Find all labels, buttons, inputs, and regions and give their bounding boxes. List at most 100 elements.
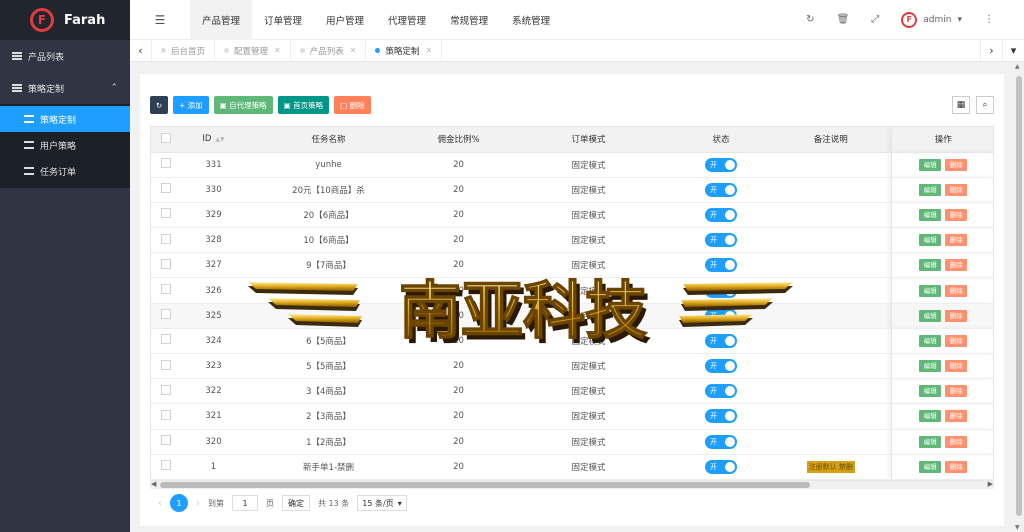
edit-button[interactable]: 编辑 bbox=[919, 234, 942, 247]
status-toggle[interactable]: 开 bbox=[705, 283, 737, 298]
status-toggle[interactable]: 开 bbox=[705, 459, 737, 474]
columns-icon[interactable]: ▦ bbox=[952, 96, 970, 114]
row-checkbox[interactable] bbox=[151, 152, 181, 178]
status-toggle[interactable]: 开 bbox=[705, 384, 737, 399]
edit-button[interactable]: 编辑 bbox=[919, 158, 942, 171]
nav-order-management[interactable]: 订单管理 bbox=[252, 0, 314, 40]
close-icon[interactable]: ✕ bbox=[350, 46, 357, 55]
row-checkbox[interactable] bbox=[151, 454, 181, 480]
edit-button[interactable]: 编辑 bbox=[919, 183, 942, 196]
page-size-select[interactable]: 15 条/页 ▾ bbox=[357, 495, 407, 511]
nav-agent-management[interactable]: 代理管理 bbox=[376, 0, 438, 40]
row-checkbox[interactable] bbox=[151, 353, 181, 380]
page-input[interactable]: 1 bbox=[232, 495, 258, 511]
edit-button[interactable]: 编辑 bbox=[919, 208, 942, 221]
edit-button[interactable]: 编辑 bbox=[919, 435, 942, 448]
delete-row-button[interactable]: 删除 bbox=[945, 208, 968, 221]
edit-button[interactable]: 编辑 bbox=[919, 360, 942, 373]
refresh-icon[interactable]: ↻ bbox=[806, 14, 814, 25]
col-header-id[interactable]: ID ▲▼ bbox=[181, 127, 246, 153]
menu-toggle-icon[interactable]: ☰ bbox=[130, 13, 190, 27]
page-scrollbar[interactable]: ▲ ▼ bbox=[1014, 62, 1024, 532]
trash-icon[interactable]: 🗑︎ bbox=[837, 14, 850, 25]
nav-system-management[interactable]: 系统管理 bbox=[500, 0, 562, 40]
row-checkbox[interactable] bbox=[151, 378, 181, 405]
agent-strategy-button[interactable]: ▣ 自代理策略 bbox=[213, 96, 273, 114]
scroll-up-icon[interactable]: ▲ bbox=[1015, 63, 1020, 70]
delete-row-button[interactable]: 删除 bbox=[945, 435, 968, 448]
delete-row-button[interactable]: 删除 bbox=[945, 334, 968, 347]
nav-general-management[interactable]: 常规管理 bbox=[438, 0, 500, 40]
select-all-checkbox[interactable] bbox=[151, 127, 181, 153]
delete-row-button[interactable]: 删除 bbox=[945, 284, 968, 297]
next-page-icon[interactable]: › bbox=[196, 498, 200, 509]
more-icon[interactable]: ⋮ bbox=[984, 14, 994, 25]
fullscreen-icon[interactable]: ⤢ bbox=[871, 14, 879, 25]
row-checkbox[interactable] bbox=[151, 429, 181, 455]
delete-button[interactable]: □ 删除 bbox=[334, 96, 371, 114]
tab-home[interactable]: 后台首页 bbox=[152, 39, 216, 62]
scroll-right-icon[interactable]: ▶ bbox=[988, 480, 993, 488]
delete-row-button[interactable]: 删除 bbox=[945, 460, 968, 473]
edit-button[interactable]: 编辑 bbox=[919, 259, 942, 272]
chevron-right-icon[interactable]: › bbox=[980, 39, 1002, 62]
edit-button[interactable]: 编辑 bbox=[919, 410, 942, 423]
delete-row-button[interactable]: 删除 bbox=[945, 183, 968, 196]
edit-button[interactable]: 编辑 bbox=[919, 284, 942, 297]
scrollbar-thumb[interactable] bbox=[160, 482, 810, 488]
delete-row-button[interactable]: 删除 bbox=[945, 360, 968, 373]
scrollbar-thumb[interactable] bbox=[1016, 76, 1022, 516]
row-checkbox[interactable] bbox=[151, 328, 181, 355]
tab-config[interactable]: 配置管理 ✕ bbox=[215, 39, 291, 62]
nav-product-management[interactable]: 产品管理 bbox=[190, 0, 253, 40]
prev-page-icon[interactable]: ‹ bbox=[158, 498, 162, 509]
status-toggle[interactable]: 开 bbox=[705, 207, 737, 222]
row-checkbox[interactable] bbox=[151, 177, 181, 203]
status-toggle[interactable]: 开 bbox=[705, 434, 737, 449]
status-toggle[interactable]: 开 bbox=[705, 409, 737, 424]
delete-row-button[interactable]: 删除 bbox=[945, 410, 968, 423]
row-checkbox[interactable] bbox=[151, 202, 181, 229]
status-toggle[interactable]: 开 bbox=[705, 333, 737, 348]
status-toggle[interactable]: 开 bbox=[705, 308, 737, 323]
row-checkbox[interactable] bbox=[151, 252, 181, 279]
sidebar-subitem-task-orders[interactable]: 任务订单 bbox=[0, 158, 130, 184]
scroll-left-icon[interactable]: ◀ bbox=[151, 480, 156, 488]
chevron-left-icon[interactable]: ‹ bbox=[130, 39, 152, 62]
scroll-down-icon[interactable]: ▼ bbox=[1015, 524, 1020, 531]
horizontal-scrollbar[interactable]: ◀ ▶ bbox=[150, 480, 994, 489]
row-checkbox[interactable] bbox=[151, 277, 181, 304]
delete-row-button[interactable]: 删除 bbox=[945, 259, 968, 272]
user-menu[interactable]: F admin ▾ bbox=[901, 11, 962, 28]
close-icon[interactable]: ✕ bbox=[274, 46, 281, 55]
close-icon[interactable]: ✕ bbox=[425, 46, 432, 55]
home-strategy-button[interactable]: ▣ 首页策略 bbox=[277, 96, 330, 114]
status-toggle[interactable]: 开 bbox=[705, 258, 737, 273]
delete-row-button[interactable]: 删除 bbox=[945, 385, 968, 398]
row-checkbox[interactable] bbox=[151, 227, 181, 254]
tab-menu-chevron-icon[interactable]: ▾ bbox=[1002, 39, 1024, 62]
sidebar-item-strategy[interactable]: 策略定制 ⌃ bbox=[0, 72, 130, 104]
nav-user-management[interactable]: 用户管理 bbox=[314, 0, 376, 40]
delete-row-button[interactable]: 删除 bbox=[945, 234, 968, 247]
row-checkbox[interactable] bbox=[151, 303, 181, 329]
edit-button[interactable]: 编辑 bbox=[919, 309, 942, 322]
tab-product-list[interactable]: 产品列表 ✕ bbox=[291, 39, 367, 62]
status-toggle[interactable]: 开 bbox=[705, 182, 737, 197]
row-checkbox[interactable] bbox=[151, 403, 181, 430]
add-button[interactable]: + 添加 bbox=[173, 96, 209, 114]
confirm-page-button[interactable]: 确定 bbox=[282, 495, 310, 511]
edit-button[interactable]: 编辑 bbox=[919, 385, 942, 398]
status-toggle[interactable]: 开 bbox=[705, 157, 737, 172]
status-toggle[interactable]: 开 bbox=[705, 233, 737, 248]
search-icon[interactable]: ⌕ bbox=[976, 96, 994, 114]
sidebar-subitem-user-strategy[interactable]: 用户策略 bbox=[0, 132, 130, 158]
edit-button[interactable]: 编辑 bbox=[919, 334, 942, 347]
status-toggle[interactable]: 开 bbox=[705, 359, 737, 374]
tab-strategy[interactable]: 策略定制 ✕ bbox=[366, 39, 443, 62]
delete-row-button[interactable]: 删除 bbox=[945, 158, 968, 171]
sidebar-subitem-strategy-custom[interactable]: 策略定制 bbox=[0, 106, 130, 132]
refresh-button[interactable]: ↻ bbox=[150, 96, 168, 114]
sidebar-item-product-list[interactable]: 产品列表 bbox=[0, 40, 130, 72]
edit-button[interactable]: 编辑 bbox=[919, 460, 942, 473]
